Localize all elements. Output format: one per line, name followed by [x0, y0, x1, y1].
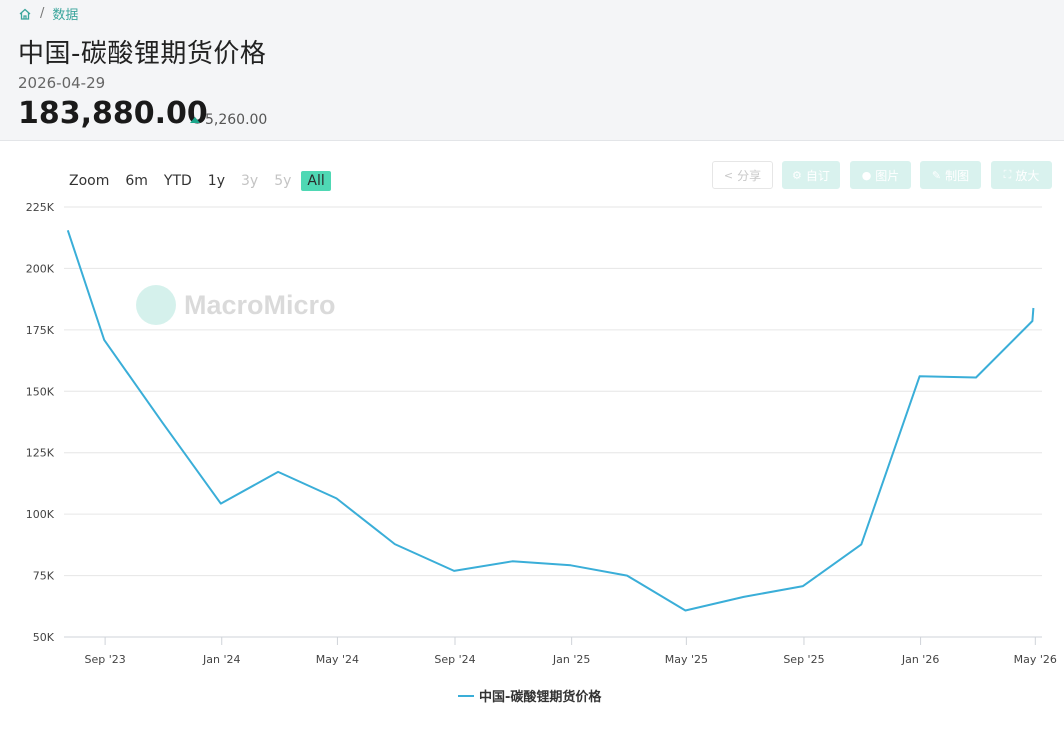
x-tick-label: Jan '26 — [901, 653, 939, 666]
y-tick-label: 50K — [33, 631, 55, 644]
page-title: 中国-碳酸锂期货价格 — [18, 39, 267, 69]
y-tick-label: 75K — [33, 570, 55, 583]
series-line — [66, 229, 1035, 612]
latest-price: 183,880.00 — [18, 96, 208, 131]
latest-date: 2026-04-29 — [18, 74, 106, 92]
zoom-all-button[interactable]: All — [301, 171, 331, 191]
pencil-icon: ✎ — [931, 168, 942, 182]
subscribe-button[interactable]: ⚙ 自订 — [782, 161, 840, 189]
draw-label: 制图 — [945, 168, 970, 183]
legend-label: 中国-碳酸锂期货价格 — [479, 690, 602, 705]
x-tick-label: May '24 — [316, 653, 359, 666]
image-button[interactable]: ● 图片 — [850, 161, 911, 189]
x-tick-label: Sep '25 — [783, 653, 824, 666]
y-tick-label: 125K — [26, 447, 55, 460]
image-label: 图片 — [875, 168, 900, 183]
share-button[interactable]: < 分享 — [712, 161, 773, 189]
x-tick-label: May '26 — [1014, 653, 1057, 666]
x-tick-label: Sep '24 — [434, 653, 475, 666]
y-tick-label: 200K — [26, 262, 55, 275]
page-header: / 数据 中国-碳酸锂期货价格 2026-04-29 183,880.00 5,… — [0, 0, 1064, 141]
zoom-ytd-button[interactable]: YTD — [158, 171, 198, 191]
breadcrumb-separator: / — [40, 6, 45, 21]
price-change: 5,260.00 — [190, 112, 267, 128]
breadcrumb-current[interactable]: 数据 — [52, 4, 78, 23]
share-label: 分享 — [737, 168, 762, 183]
legend-swatch — [458, 694, 474, 697]
subscribe-label: 自订 — [805, 168, 830, 183]
x-tick-label: Jan '24 — [202, 653, 240, 666]
zoom-1y-button[interactable]: 1y — [202, 171, 231, 191]
x-tick-label: May '25 — [665, 653, 708, 666]
user-icon: ● — [861, 168, 872, 182]
y-tick-label: 225K — [26, 201, 55, 214]
price-change-value: 5,260.00 — [205, 112, 268, 128]
draw-button[interactable]: ✎ 制图 — [920, 161, 981, 189]
up-arrow-icon — [190, 117, 200, 123]
share-icon: < — [723, 168, 734, 182]
x-tick-label: Jan '25 — [552, 653, 590, 666]
gear-icon: ⚙ — [792, 168, 802, 182]
y-tick-label: 150K — [26, 385, 55, 398]
y-tick-label: 100K — [26, 508, 55, 521]
zoom-6m-button[interactable]: 6m — [119, 171, 154, 191]
line-chart: 50K 75K 100K 125K 150K 175K 200K 225K Sep '23 Jan… — [26, 201, 1057, 666]
zoom-3y-button: 3y — [241, 173, 259, 189]
expand-icon: ⛶ — [1003, 168, 1012, 181]
chart-legend[interactable]: 中国-碳酸锂期货价格 — [458, 686, 601, 705]
expand-label: 放大 — [1015, 168, 1040, 183]
x-tick-label: Sep '23 — [84, 653, 125, 666]
home-icon[interactable] — [18, 7, 32, 21]
expand-button[interactable]: ⛶ 放大 — [991, 161, 1052, 189]
zoom-5y-button: 5y — [274, 173, 292, 189]
zoom-selector: Zoom 6m YTD 1y 3y 5y All — [64, 171, 335, 191]
y-tick-label: 175K — [26, 324, 55, 337]
breadcrumb: / 数据 — [18, 4, 78, 23]
zoom-label: Zoom — [69, 173, 110, 189]
